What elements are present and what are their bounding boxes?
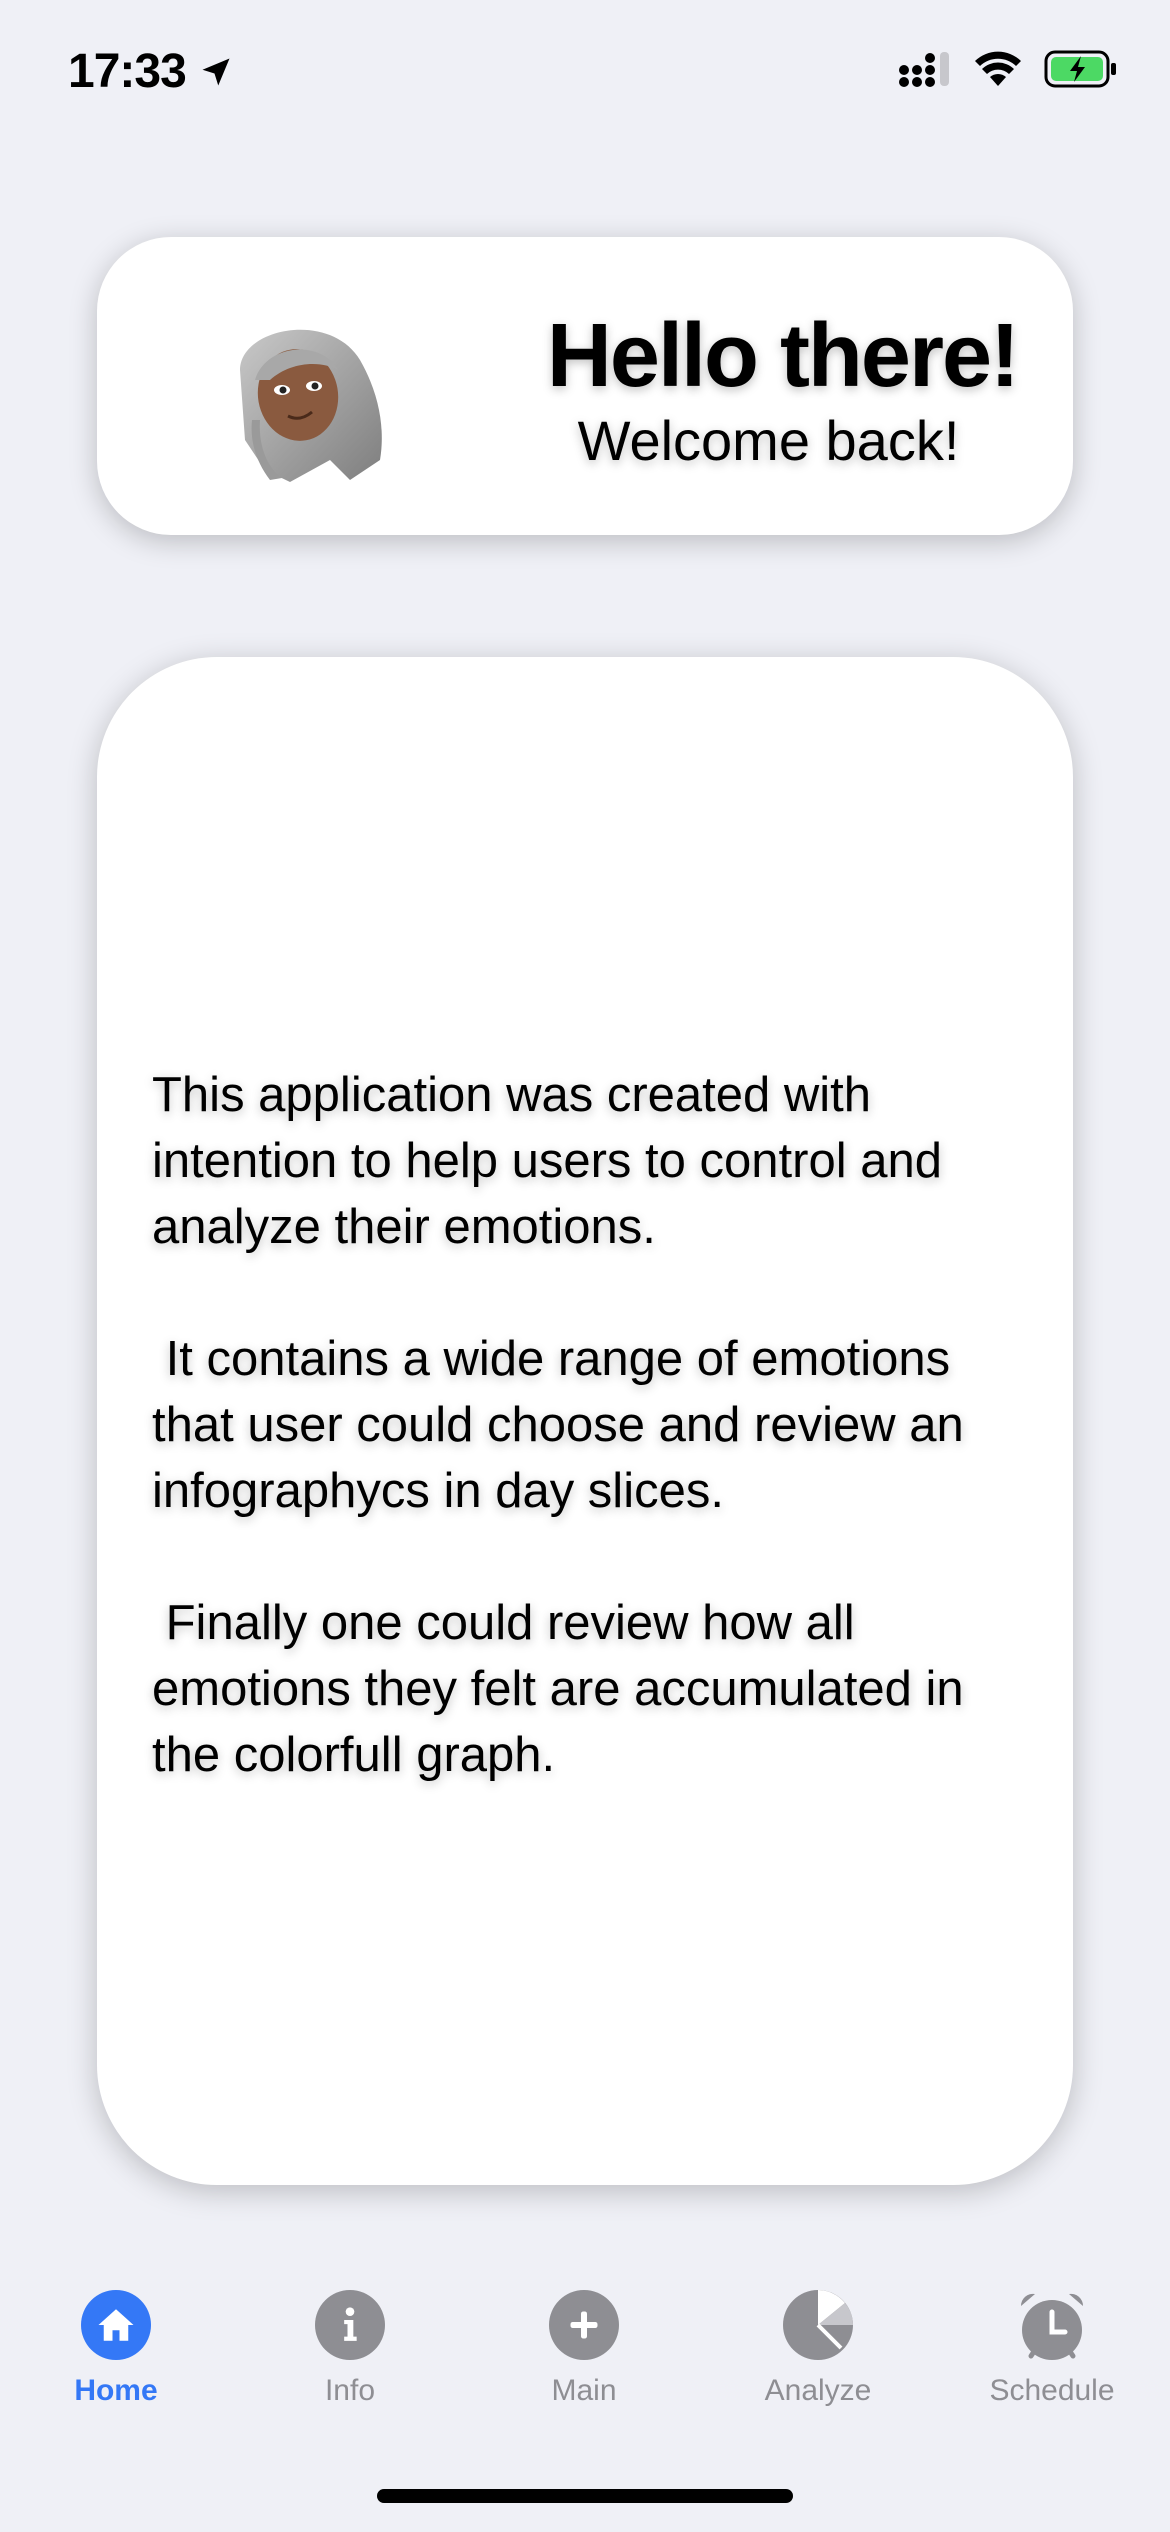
wifi-icon xyxy=(975,51,1021,86)
tab-bar: Home Info Main Analyze Schedule xyxy=(0,2290,1170,2450)
status-bar-time: 17:33 xyxy=(68,44,234,99)
status-time-text: 17:33 xyxy=(68,45,187,98)
house-icon xyxy=(81,2290,151,2360)
info-paragraph: This application was created with intent… xyxy=(152,1068,956,1254)
tab-label: Schedule xyxy=(989,2374,1115,2407)
location-arrow-icon xyxy=(202,58,230,85)
tab-home[interactable]: Home xyxy=(16,2290,216,2408)
tab-analyze[interactable]: Analyze xyxy=(718,2290,918,2408)
memoji-avatar-icon xyxy=(240,329,382,482)
info-icon xyxy=(315,2290,385,2360)
info-paragraph: Finally one could review how all emotion… xyxy=(152,1596,978,1782)
battery-charging-icon xyxy=(1044,50,1116,88)
cellular-signal-icon xyxy=(899,52,949,87)
alarm-clock-icon xyxy=(1020,2293,1084,2360)
greeting-subtitle: Welcome back! xyxy=(577,409,960,472)
tab-main[interactable]: Main xyxy=(484,2290,684,2408)
info-paragraph: It contains a wide range of emotions tha… xyxy=(152,1332,978,1518)
tab-label: Info xyxy=(324,2374,376,2407)
home-indicator[interactable] xyxy=(377,2489,793,2503)
plus-icon xyxy=(549,2290,619,2360)
tab-label: Analyze xyxy=(764,2374,872,2407)
status-bar-indicators xyxy=(898,50,1118,88)
tab-info[interactable]: Info xyxy=(250,2290,450,2408)
info-description: This application was created with intent… xyxy=(152,1062,1032,1854)
greeting-title: Hello there! xyxy=(546,306,1020,406)
tab-label: Main xyxy=(551,2374,617,2407)
tab-schedule[interactable]: Schedule xyxy=(952,2290,1152,2408)
pie-chart-icon xyxy=(783,2290,853,2360)
tab-label: Home xyxy=(74,2374,158,2407)
